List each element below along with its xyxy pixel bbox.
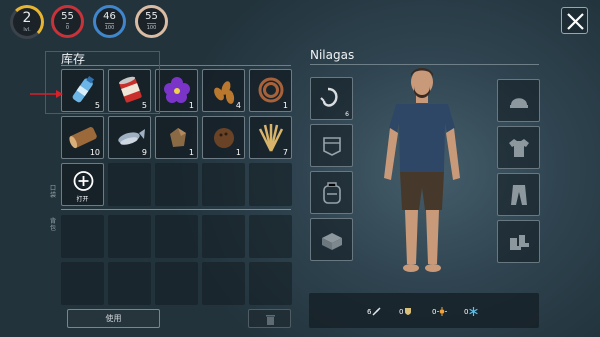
inventory-slot-stone[interactable]: 1 (155, 116, 198, 159)
empty-slot[interactable] (249, 262, 292, 305)
empty-slot[interactable] (61, 262, 104, 305)
empty-slot[interactable] (202, 163, 245, 206)
heat-value: 0 (432, 307, 437, 316)
armor-value: 0 (399, 307, 404, 316)
backpack-icon (323, 182, 341, 204)
item-count: 1 (188, 101, 194, 110)
item-count: 1 (188, 148, 194, 157)
empty-slot[interactable] (108, 163, 151, 206)
item-count: 10 (89, 148, 100, 157)
item-count: 9 (141, 148, 147, 157)
backpack-label: 背包 (50, 218, 57, 232)
use-button[interactable]: 使用 (67, 309, 160, 328)
annotation-arrow-icon (30, 90, 63, 98)
head-slot[interactable] (497, 79, 540, 122)
inventory-slot-wood-log[interactable]: 10 (61, 116, 104, 159)
section-divider (61, 209, 291, 210)
health-value: 55 (61, 11, 74, 22)
item-count: 7 (282, 148, 288, 157)
level-indicator: 2 lvl. (10, 5, 44, 39)
inventory-slot-seeds[interactable]: 4 (202, 69, 245, 112)
empty-slot[interactable] (249, 163, 292, 206)
feather-icon (372, 307, 381, 316)
shirt-slot[interactable] (497, 126, 540, 169)
empty-slot[interactable] (249, 215, 292, 258)
hat-icon (510, 98, 528, 108)
close-button[interactable] (561, 7, 588, 34)
close-icon (567, 13, 584, 30)
cold-value: 0 (464, 307, 469, 316)
inventory-slot-rope[interactable]: 1 (249, 69, 292, 112)
inventory-slot-wheat-bundle[interactable]: 7 (249, 116, 292, 159)
stat-feather: 6 (367, 307, 381, 316)
empty-slot[interactable] (202, 262, 245, 305)
item-count: 4 (235, 101, 241, 110)
trash-icon (266, 315, 275, 325)
character-stats-bar: 6 0 0 0 (309, 293, 539, 328)
inventory-slot-purple-flower[interactable]: 1 (155, 69, 198, 112)
inventory-slot-fish[interactable]: 9 (108, 116, 151, 159)
stat-armor: 0 (399, 307, 412, 316)
empty-slot[interactable] (155, 215, 198, 258)
empty-slot[interactable] (155, 163, 198, 206)
shield-icon (405, 308, 412, 315)
character-name: Nilagas (310, 48, 355, 62)
item-count: 1 (282, 101, 288, 110)
box-icon (322, 233, 342, 250)
open-slot-button[interactable]: 打开 (61, 163, 104, 206)
shoes-slot[interactable] (497, 220, 540, 263)
stat-heat: 0 (432, 307, 448, 316)
character-model (384, 68, 460, 272)
sun-icon (437, 307, 448, 316)
level-label: lvl. (23, 27, 31, 33)
backpack-equip-slot[interactable] (310, 171, 353, 214)
water-gauge: 46 100 (93, 5, 126, 38)
food-value: 55 (145, 11, 158, 22)
empty-slot[interactable] (202, 215, 245, 258)
hook-count: 6 (345, 111, 349, 118)
water-sub: 100 (104, 23, 115, 31)
shirt-icon (509, 139, 529, 157)
inventory-slot-coconut[interactable]: 1 (202, 116, 245, 159)
shoes-icon (510, 235, 529, 250)
empty-slot[interactable] (108, 215, 151, 258)
stat-cold: 0 (464, 307, 479, 316)
health-sub: 0 (65, 23, 70, 31)
feather-value: 6 (367, 307, 372, 316)
pants-icon (511, 185, 527, 205)
food-sub: 100 (146, 23, 157, 31)
character-title-rule (310, 64, 539, 65)
empty-slot[interactable] (108, 262, 151, 305)
pocket-icon (323, 137, 341, 156)
highlight-annotation-box (45, 51, 160, 114)
empty-slot[interactable] (155, 262, 198, 305)
food-gauge: 55 100 (135, 5, 168, 38)
tool-slot[interactable]: 6 (310, 77, 353, 120)
health-gauge: 55 0 (51, 5, 84, 38)
level-value: 2 (22, 10, 32, 26)
open-label: 打开 (76, 196, 89, 203)
item-count: 1 (235, 148, 241, 157)
backpack-grid (61, 215, 292, 305)
empty-slot[interactable] (61, 215, 104, 258)
pocket-label: 口袋 (50, 185, 57, 199)
water-value: 46 (103, 11, 116, 22)
pocket-equip-slot[interactable] (310, 124, 353, 167)
box-equip-slot[interactable] (310, 218, 353, 261)
fishing-hook-icon (320, 87, 338, 107)
snowflake-icon (469, 307, 479, 316)
discard-button[interactable] (248, 309, 291, 328)
pants-slot[interactable] (497, 173, 540, 216)
